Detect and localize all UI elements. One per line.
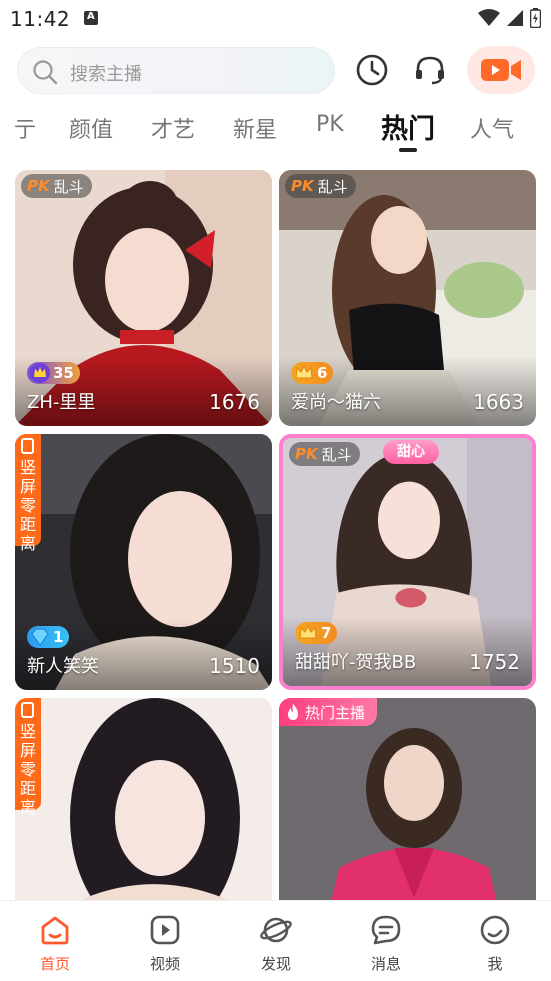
headset-icon [416, 56, 444, 85]
notification-icon [84, 11, 98, 25]
tab-talent[interactable]: 才艺 [151, 112, 195, 144]
home-icon [41, 916, 69, 945]
tab-pk[interactable]: PK [316, 112, 344, 137]
streamer-name: 爱尚～猫六 [291, 392, 381, 413]
level-value: 7 [321, 624, 332, 642]
sweetheart-frame-badge: 甜心 [383, 440, 439, 464]
tab-new-stars[interactable]: 新星 [233, 112, 277, 144]
level-value: 6 [317, 364, 328, 382]
crown-star-icon [29, 362, 51, 384]
nav-home[interactable]: 首页 [15, 913, 95, 974]
pk-badge-prefix: PK [291, 177, 314, 195]
app-screen: 11:42 搜索主播 亍 颜值 才艺 新星 PK 热门 人气 [0, 0, 551, 981]
phone-icon [21, 702, 34, 718]
streamer-name: ZH-里里 [27, 392, 96, 413]
status-bar: 11:42 [0, 0, 551, 38]
stream-card[interactable]: PK 乱斗 6 爱尚～猫六 1663 [279, 170, 536, 426]
wifi-icon [478, 9, 500, 26]
bottom-navigation: 首页 视频 发现 消息 我 [0, 900, 551, 981]
hot-streamer-badge: 热门主播 [279, 698, 378, 726]
vertical-screen-badge: 竖屏零距离 [15, 698, 41, 817]
diamond-icon [29, 626, 51, 648]
tab-hot[interactable]: 热门 [381, 107, 435, 146]
customer-service-button[interactable] [410, 50, 450, 90]
viewer-count: 1663 [473, 390, 524, 414]
streamer-name: 甜甜吖-贺我BB [295, 652, 417, 673]
status-icons [478, 8, 541, 28]
nav-messages[interactable]: 消息 [346, 913, 426, 974]
level-badge: 1 [27, 626, 70, 648]
status-time: 11:42 [10, 7, 71, 31]
level-value: 1 [53, 628, 64, 646]
tab-appearance[interactable]: 颜值 [69, 112, 113, 144]
nav-discover-label: 发现 [260, 955, 291, 973]
nav-discover[interactable]: 发现 [236, 913, 316, 974]
crown-icon [293, 362, 315, 384]
nav-video-label: 视频 [149, 955, 180, 973]
search-placeholder: 搜索主播 [70, 64, 142, 85]
viewer-count: 1510 [209, 654, 260, 678]
history-button[interactable] [352, 50, 392, 90]
video-camera-icon [481, 59, 521, 81]
stream-card[interactable]: PK 乱斗 35 ZH-里里 1676 [15, 170, 272, 426]
crown-icon [297, 622, 319, 644]
battery-icon [530, 8, 541, 28]
nav-profile-label: 我 [487, 955, 503, 973]
pk-battle-badge: PK 乱斗 [21, 174, 92, 198]
stream-card[interactable]: PK 乱斗 甜心 7 甜甜吖-贺我BB 1752 [279, 434, 536, 690]
vertical-screen-badge: 竖屏零距离 [15, 434, 41, 553]
pk-badge-label: 乱斗 [317, 177, 348, 196]
planet-icon [260, 917, 292, 943]
stream-card[interactable]: 竖屏零距离 1 新人笑笑 1510 [15, 434, 272, 690]
tab-popular[interactable]: 人气 [470, 112, 514, 144]
pk-badge-label: 乱斗 [321, 445, 352, 464]
viewer-count: 1752 [469, 650, 520, 674]
pk-battle-badge: PK 乱斗 [289, 442, 360, 466]
pk-badge-label: 乱斗 [53, 177, 84, 196]
level-badge: 7 [295, 622, 338, 644]
nav-home-label: 首页 [39, 955, 70, 973]
level-badge: 35 [27, 362, 80, 384]
pk-battle-badge: PK 乱斗 [285, 174, 356, 198]
level-badge: 6 [291, 362, 334, 384]
video-play-icon [150, 915, 180, 945]
nav-messages-label: 消息 [370, 955, 401, 973]
pk-badge-prefix: PK [27, 177, 50, 195]
search-bar[interactable]: 搜索主播 [17, 47, 335, 94]
clock-icon [356, 54, 388, 86]
category-tabs: 亍 颜值 才艺 新星 PK 热门 人气 [0, 104, 551, 154]
profile-icon [480, 915, 510, 945]
streamer-name: 新人笑笑 [27, 656, 99, 677]
active-tab-indicator [399, 148, 417, 152]
hot-badge-label: 热门主播 [305, 703, 366, 722]
search-icon [33, 60, 58, 85]
flame-icon [288, 704, 298, 720]
nav-video[interactable]: 视频 [125, 913, 205, 974]
pk-badge-prefix: PK [295, 445, 318, 463]
phone-icon [21, 438, 34, 454]
message-icon [371, 915, 401, 945]
vertical-badge-label: 竖屏零距离 [19, 722, 36, 817]
nav-profile[interactable]: 我 [455, 913, 535, 974]
go-live-button[interactable] [467, 46, 535, 94]
signal-icon [507, 10, 523, 26]
level-value: 35 [53, 364, 74, 382]
vertical-badge-label: 竖屏零距离 [19, 458, 36, 553]
tab-partial[interactable]: 亍 [14, 112, 36, 144]
viewer-count: 1676 [209, 390, 260, 414]
